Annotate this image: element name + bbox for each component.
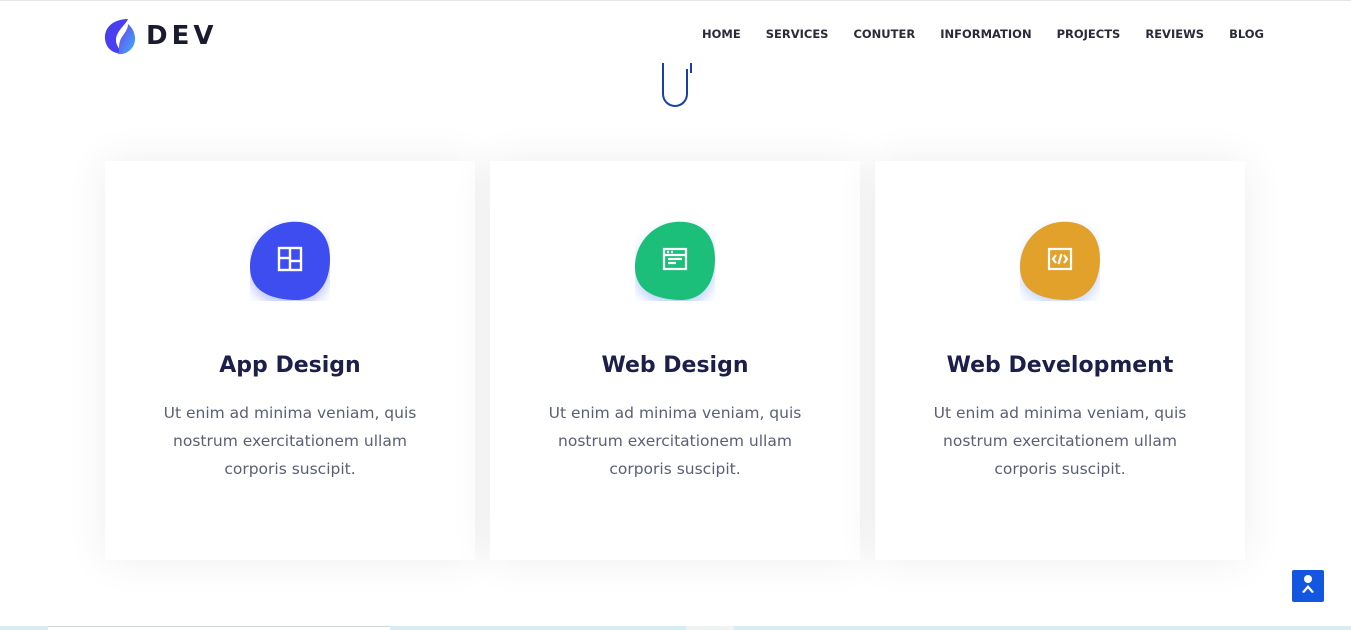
main-nav: HOME SERVICES CONUTER INFORMATION PROJEC… <box>690 27 1264 41</box>
service-icon-badge <box>250 221 330 301</box>
service-card-app-design: App Design Ut enim ad minima veniam, qui… <box>105 161 475 560</box>
nav-information[interactable]: INFORMATION <box>940 27 1031 41</box>
nav-projects[interactable]: PROJECTS <box>1057 27 1121 41</box>
service-icon-badge <box>635 221 715 301</box>
code-file-icon <box>1047 247 1073 275</box>
service-title: Web Development <box>946 353 1174 378</box>
bottom-edge-segment <box>686 626 734 630</box>
logo[interactable]: DEV <box>104 17 217 55</box>
service-description: Ut enim ad minima veniam, quis nostrum e… <box>933 404 1187 478</box>
layout-icon <box>277 246 303 276</box>
service-card-web-development: Web Development Ut enim ad minima veniam… <box>875 161 1245 560</box>
logo-icon <box>104 17 136 55</box>
service-card-web-design: Web Design Ut enim ad minima veniam, qui… <box>490 161 860 560</box>
nav-services[interactable]: SERVICES <box>766 27 829 41</box>
site-header: DEV HOME SERVICES CONUTER INFORMATION PR… <box>0 1 1351 69</box>
scroll-down-indicator[interactable] <box>662 63 692 107</box>
service-description: Ut enim ad minima veniam, quis nostrum e… <box>548 404 802 478</box>
service-title: Web Design <box>601 353 749 378</box>
logo-text: DEV <box>146 21 218 51</box>
nav-home[interactable]: HOME <box>702 27 741 41</box>
browser-window-icon <box>662 247 688 275</box>
bottom-edge <box>0 626 1351 630</box>
bottom-edge-segment <box>48 626 390 630</box>
arrow-up-icon <box>1300 574 1316 598</box>
service-icon-badge <box>1020 221 1100 301</box>
back-to-top-button[interactable] <box>1292 570 1324 602</box>
service-description: Ut enim ad minima veniam, quis nostrum e… <box>163 404 417 478</box>
nav-reviews[interactable]: REVIEWS <box>1145 27 1204 41</box>
service-title: App Design <box>219 353 361 378</box>
nav-counter[interactable]: CONUTER <box>853 27 915 41</box>
services-list: App Design Ut enim ad minima veniam, qui… <box>105 161 1245 560</box>
nav-blog[interactable]: BLOG <box>1229 27 1264 41</box>
